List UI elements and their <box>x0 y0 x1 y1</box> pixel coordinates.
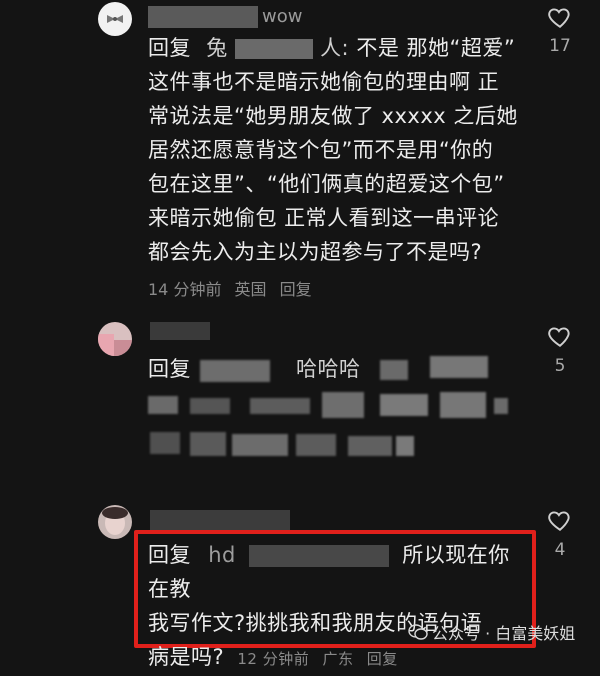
reply-prefix: 回复 <box>148 36 191 60</box>
blurred-text <box>380 394 428 416</box>
like-count: 4 <box>554 540 566 560</box>
username[interactable]: wow <box>262 6 302 27</box>
blurred-text <box>296 434 336 456</box>
reply-prefix: 回复 <box>148 543 191 567</box>
comment-line: 都会先入为主以为超参与了不是吗? <box>148 240 483 264</box>
wechat-icon <box>408 624 428 640</box>
visible-fragment: 哈哈哈 <box>296 357 361 381</box>
blurred-text <box>440 392 486 418</box>
blurred-text <box>494 398 508 414</box>
bow-icon <box>107 15 123 23</box>
comment-line: 居然还愿意背这个包”而不是用“你的 <box>148 138 494 162</box>
blurred-username <box>148 6 258 28</box>
blurred-text <box>150 432 180 454</box>
watermark: 公众号 · 白富美妖姐 <box>408 620 575 644</box>
blurred-username <box>150 322 210 340</box>
like-count: 17 <box>549 36 571 56</box>
location: 广东 <box>322 650 354 668</box>
reply-target-end: 人: <box>320 36 350 60</box>
reply-target-start[interactable]: 兔 <box>206 36 228 60</box>
reply-target[interactable]: hd <box>208 543 236 567</box>
blurred-text <box>396 436 414 456</box>
comment-text: 回复 hd 所以现在你在教 我写作文?挑挑我和我朋友的语句语 病是吗? 12 分… <box>148 538 528 676</box>
blurred-text <box>348 436 392 456</box>
blurred-text <box>232 434 288 456</box>
comment-text: 回复 兔 人: 不是 那她“超爱” 这件事也不是暗示她偷包的理由啊 正 常说法是… <box>148 31 538 269</box>
blurred-username <box>150 510 290 530</box>
comment-line: 回复 兔 人: 不是 那她“超爱” <box>148 31 538 65</box>
blurred-text <box>380 360 408 380</box>
blurred-text <box>190 398 230 414</box>
blurred-reply-target <box>234 39 313 59</box>
comment-line: 这件事也不是暗示她偷包的理由啊 正 <box>148 70 500 94</box>
avatar[interactable] <box>98 2 132 36</box>
reply-button[interactable]: 回复 <box>367 650 398 668</box>
avatar[interactable] <box>98 322 132 356</box>
comment-line: 常说法是“她男朋友做了 xxxxx 之后她 <box>148 104 518 128</box>
timestamp: 14 分钟前 <box>148 280 222 299</box>
reply-prefix: 回复 <box>148 357 191 381</box>
heart-icon[interactable] <box>547 4 573 30</box>
like-count: 5 <box>554 356 566 376</box>
blurred-text <box>430 356 488 378</box>
blurred-text <box>200 360 270 382</box>
blurred-text <box>322 392 364 418</box>
comment-line: 来暗示她偷包 正常人看到这一串评论 <box>148 206 500 230</box>
comment-line: 回复 hd 所以现在你在教 <box>148 538 528 606</box>
blurred-text <box>190 432 226 456</box>
heart-icon[interactable] <box>547 507 573 533</box>
comment-line: 包在这里”、“他们俩真的超爱这个包” <box>148 172 505 196</box>
heart-icon[interactable] <box>547 323 573 349</box>
location: 英国 <box>234 280 267 299</box>
comment-line-1: 不是 那她“超爱” <box>356 36 516 60</box>
comment-meta: 14 分钟前 英国 回复 <box>148 276 320 300</box>
comment-line: 病是吗? 12 分钟前 广东 回复 <box>148 640 528 676</box>
comment-meta: 12 分钟前 广东 回复 <box>237 650 405 668</box>
blurred-reply-target <box>249 545 390 567</box>
watermark-text: 公众号 · 白富美妖姐 <box>432 624 576 643</box>
timestamp: 12 分钟前 <box>237 650 310 668</box>
blurred-text <box>250 398 310 414</box>
reply-button[interactable]: 回复 <box>280 280 312 299</box>
avatar[interactable] <box>98 505 132 539</box>
blurred-text <box>148 396 178 414</box>
